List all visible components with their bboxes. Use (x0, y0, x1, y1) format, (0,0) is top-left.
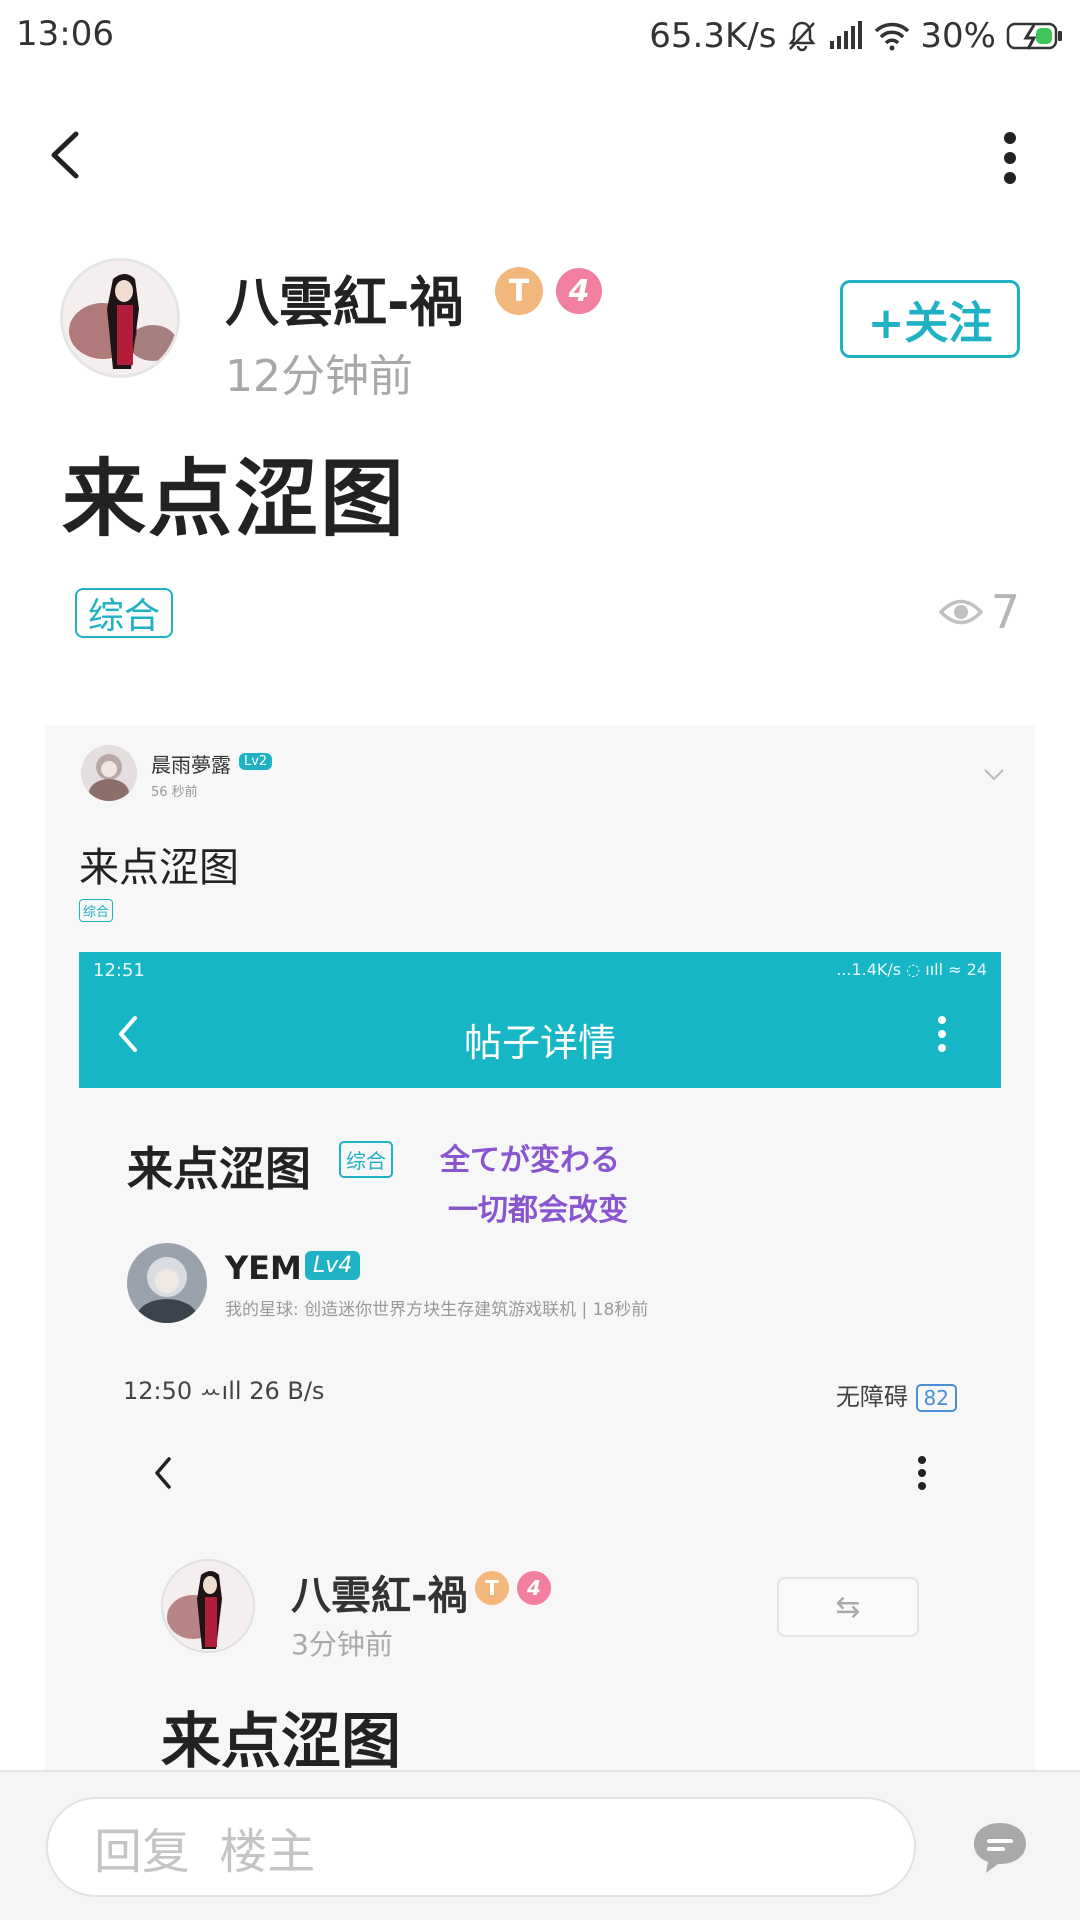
top-nav (0, 110, 1080, 200)
wifi-icon (874, 21, 910, 51)
embedded-title-1: 来点涩图 (79, 845, 239, 891)
embedded-overlay-text-2: 一切都会改变 (448, 1193, 628, 1228)
reply-bar: 回复 楼主 (0, 1770, 1080, 1920)
embedded-level-1: Lv2 (239, 753, 273, 770)
embedded-username-2: YEM (225, 1249, 302, 1287)
author-avatar[interactable] (60, 258, 180, 378)
embedded-avatar-1 (81, 745, 137, 801)
embedded-level-badge-3: 4 (517, 1571, 551, 1605)
battery-percent: 30% (920, 16, 996, 56)
avatar-image (63, 261, 177, 375)
view-count: 7 (938, 584, 1020, 640)
more-options-button[interactable] (992, 128, 1028, 188)
status-time: 13:06 (16, 14, 114, 54)
view-count-value: 7 (990, 585, 1020, 639)
follow-button[interactable]: +关注 (840, 280, 1020, 358)
eye-icon (938, 599, 983, 625)
embedded-title-2: 来点涩图 (127, 1142, 311, 1196)
embedded-status-right-2: 无障碍 82 (836, 1377, 957, 1412)
embedded-status-left-2: 12:50 ꕀıll 26 B/s (123, 1377, 325, 1405)
embedded-title-badge-3: T (475, 1571, 509, 1605)
embedded-more-icon (935, 1014, 949, 1058)
embedded-avatar-2 (127, 1243, 207, 1323)
embedded-time-1: 56 秒前 (151, 785, 198, 800)
signal-icon (828, 21, 864, 51)
level-badge: 4 (556, 268, 602, 314)
avatar-image (163, 1561, 253, 1651)
post-image[interactable]: 晨雨夢露 Lv2 56 秒前 来点涩图 综合 12:51 ...1.4K/s ◌… (45, 725, 1035, 1770)
embedded-author-3: 八雲紅-禍 (291, 1573, 468, 1619)
reply-input[interactable]: 回复 楼主 (46, 1797, 916, 1897)
embedded-tag-1: 综合 (79, 899, 114, 922)
back-button[interactable] (40, 122, 100, 188)
embedded-battery-2: 82 (915, 1384, 957, 1412)
embedded-accessibility-text: 无障碍 (835, 1383, 908, 1411)
embedded-back-icon-2 (151, 1455, 175, 1495)
embedded-more-icon-2 (915, 1455, 929, 1495)
embedded-subtitle-2: 我的星球: 创造迷你世界方块生存建筑游戏联机 | 18秒前 (225, 1300, 649, 1320)
embedded-avatar-3 (161, 1559, 255, 1653)
embedded-status-time: 12:51 (93, 960, 145, 981)
comment-icon[interactable] (970, 1817, 1030, 1877)
avatar-image (81, 745, 137, 801)
back-arrow-icon (51, 131, 79, 179)
avatar-image (127, 1243, 207, 1323)
more-vertical-icon (1004, 132, 1016, 184)
network-speed: 65.3K/s (649, 16, 777, 56)
post-title: 来点涩图 (62, 450, 407, 548)
author-name[interactable]: 八雲紅-禍 (225, 258, 463, 337)
mute-icon (786, 19, 818, 53)
battery-charging-icon (1006, 21, 1064, 51)
category-tag[interactable]: 综合 (75, 588, 173, 638)
embedded-username-1: 晨雨夢露 (151, 753, 231, 777)
title-badge: T (495, 267, 543, 315)
embedded-overlay-text-1: 全てが変わる (440, 1143, 620, 1178)
embedded-status-right: ...1.4K/s ◌ ııll ≈ 24 (836, 960, 987, 979)
embedded-tag-2: 综合 (339, 1141, 393, 1178)
embedded-app-header: 12:51 ...1.4K/s ◌ ııll ≈ 24 帖子详情 (79, 952, 1001, 1088)
embedded-battery: 24 (966, 960, 987, 979)
embedded-swap-button: ⇆ (777, 1577, 919, 1637)
embedded-title-3: 来点涩图 (161, 1707, 401, 1770)
status-bar: 13:06 65.3K/s 30% (0, 0, 1080, 74)
embedded-speed: ...1.4K/s (836, 960, 902, 979)
status-right: 65.3K/s 30% (649, 12, 1064, 60)
embedded-time-3: 3分钟前 (291, 1628, 393, 1661)
embedded-page-title: 帖子详情 (463, 1021, 616, 1065)
post-time: 12分钟前 (225, 351, 413, 402)
embedded-level-2: Lv4 (305, 1251, 361, 1280)
chevron-down-icon (983, 767, 1005, 786)
